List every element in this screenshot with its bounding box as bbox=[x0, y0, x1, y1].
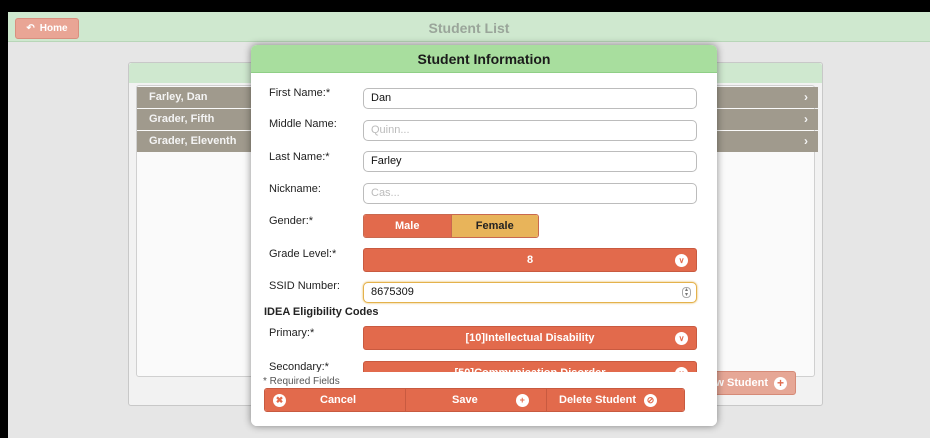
grade-level-label: Grade Level:* bbox=[269, 248, 337, 260]
chevron-right-icon: › bbox=[804, 112, 808, 126]
primary-select[interactable]: [10]Intellectual Disability ∨ bbox=[363, 326, 697, 350]
ssid-input[interactable]: 8675309 ▴ ▾ bbox=[363, 282, 697, 303]
last-name-input[interactable]: Farley bbox=[363, 151, 697, 172]
student-information-dialog: Student Information First Name:* Dan Mid… bbox=[251, 45, 717, 426]
student-name: Grader, Eleventh bbox=[149, 135, 237, 147]
number-spinner-icon[interactable]: ▴ ▾ bbox=[682, 287, 691, 298]
cancel-button[interactable]: ✖ Cancel bbox=[265, 389, 405, 411]
app-window: ↶ Home Student List Farley, Dan › Grader… bbox=[8, 12, 930, 438]
page-title: Student List bbox=[428, 20, 510, 36]
grade-level-value: 8 bbox=[526, 254, 534, 266]
cancel-label: Cancel bbox=[320, 394, 357, 406]
primary-label: Primary:* bbox=[269, 327, 315, 339]
delete-student-button[interactable]: Delete Student ⊘ bbox=[546, 389, 684, 411]
delete-student-label: Delete Student bbox=[559, 394, 637, 406]
ssid-value: 8675309 bbox=[371, 286, 414, 298]
plus-icon: + bbox=[774, 376, 787, 390]
idea-eligibility-heading: IDEA Eligibility Codes bbox=[264, 306, 379, 318]
middle-name-input[interactable]: Quinn... bbox=[363, 120, 697, 141]
required-fields-note: * Required Fields bbox=[263, 376, 340, 387]
dialog-actions: ✖ Cancel Save + Delete Student ⊘ bbox=[264, 388, 685, 412]
chevron-down-icon: ∨ bbox=[675, 254, 688, 267]
grade-level-select[interactable]: 8 ∨ bbox=[363, 248, 697, 272]
gender-label: Gender:* bbox=[269, 215, 314, 227]
save-button[interactable]: Save + bbox=[405, 389, 546, 411]
first-name-input[interactable]: Dan bbox=[363, 88, 697, 109]
chevron-down-icon: ∨ bbox=[675, 332, 688, 345]
gender-female-option[interactable]: Female bbox=[450, 215, 538, 237]
dialog-title: Student Information bbox=[251, 45, 717, 73]
first-name-label: First Name:* bbox=[269, 87, 331, 99]
chevron-right-icon: › bbox=[804, 90, 808, 104]
prohibited-icon: ⊘ bbox=[644, 393, 658, 407]
ssid-label: SSID Number: bbox=[269, 280, 340, 292]
nickname-input[interactable]: Cas... bbox=[363, 183, 697, 204]
gender-toggle: Male Female bbox=[363, 214, 539, 238]
close-icon: ✖ bbox=[273, 393, 286, 407]
student-name: Farley, Dan bbox=[149, 91, 208, 103]
plus-icon: + bbox=[515, 393, 529, 407]
gender-male-option[interactable]: Male bbox=[364, 215, 451, 237]
top-bar: ↶ Home Student List bbox=[8, 12, 930, 42]
primary-value: [10]Intellectual Disability bbox=[465, 332, 595, 344]
middle-name-label: Middle Name: bbox=[269, 118, 337, 130]
chevron-right-icon: › bbox=[804, 134, 808, 148]
save-label: Save bbox=[452, 394, 478, 406]
last-name-label: Last Name:* bbox=[269, 151, 330, 163]
nickname-label: Nickname: bbox=[269, 183, 321, 195]
student-name: Grader, Fifth bbox=[149, 113, 215, 125]
